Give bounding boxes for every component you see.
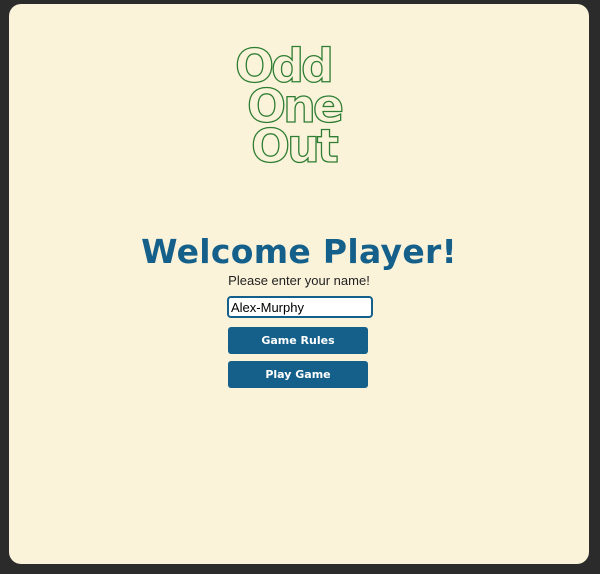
game-rules-button[interactable]: Game Rules bbox=[228, 327, 368, 354]
play-game-button[interactable]: Play Game bbox=[228, 361, 368, 388]
page-title: Welcome Player! bbox=[141, 232, 457, 271]
main-panel: Odd One Out Welcome Player! Please enter… bbox=[9, 4, 589, 564]
player-name-input[interactable] bbox=[227, 296, 373, 318]
logo-line-out: Out bbox=[251, 119, 338, 170]
odd-one-out-logo: Odd One Out bbox=[234, 40, 345, 170]
name-prompt: Please enter your name! bbox=[228, 273, 370, 288]
